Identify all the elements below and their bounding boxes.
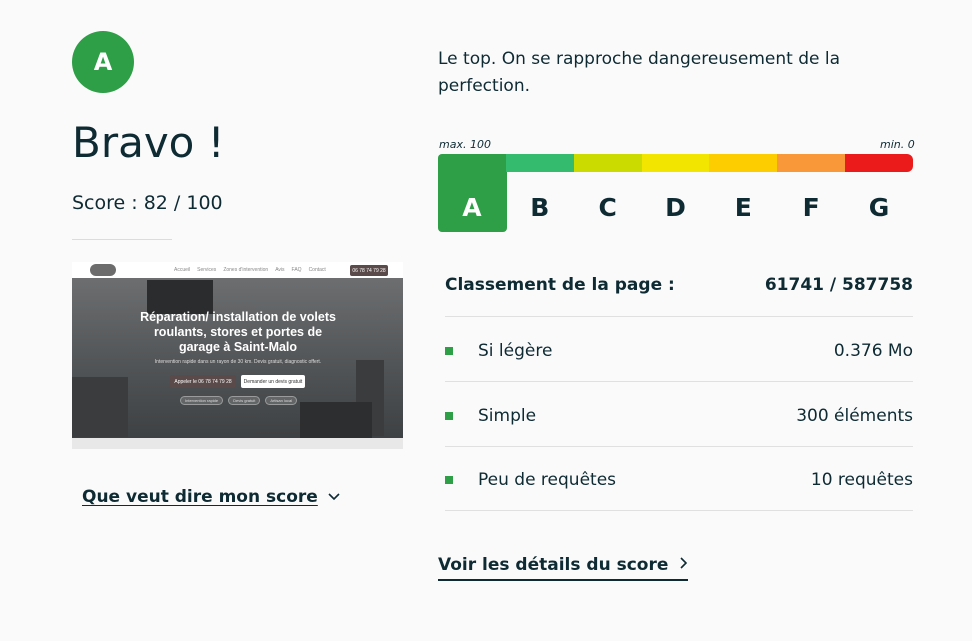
preview-pill: Intervention rapide — [180, 396, 224, 405]
ranking-value: 61741 / 587758 — [764, 275, 913, 295]
grade-segment-g — [845, 154, 914, 172]
result-title: Bravo ! — [72, 118, 225, 167]
bullet-icon — [445, 347, 453, 355]
metric-label: Si légère — [478, 341, 553, 361]
grade-letter-f: F — [802, 193, 820, 222]
score-text: Score : 82 / 100 — [72, 192, 223, 214]
grade-letter-b: B — [530, 193, 550, 222]
divider — [445, 381, 913, 382]
grade-letter-d: D — [665, 193, 686, 222]
grade-letter-g: G — [868, 193, 890, 222]
verdict-text: Le top. On se rapproche dangereusement d… — [438, 49, 841, 96]
grade-segment-d — [641, 154, 711, 172]
preview-call-button: Appeler le 06 78 74 79 28 — [170, 375, 236, 388]
metric-label: Peu de requêtes — [478, 470, 617, 490]
chevron-right-icon — [680, 557, 688, 573]
scale-min-label: min. 0 — [880, 138, 915, 151]
bullet-icon — [445, 412, 453, 420]
metric-value: 300 éléments — [796, 406, 913, 426]
preview-pill: Artisan local — [265, 396, 298, 405]
grade-letter-a: A — [462, 193, 482, 222]
preview-nav-link: Zones d'intervention — [223, 267, 269, 273]
hero-window — [147, 280, 213, 314]
preview-pills: Intervention rapide Devis gratuit Artisa… — [180, 396, 298, 405]
ranking-label: Classement de la page : — [445, 275, 675, 295]
preview-pill: Devis gratuit — [228, 396, 261, 405]
metric-row-elements: Simple 300 éléments — [445, 401, 913, 431]
preview-subline: Intervention rapide dans un rayon de 30 … — [154, 359, 322, 365]
preview-footer-strip — [72, 438, 403, 449]
grade-segment-c — [573, 154, 643, 172]
grade-segment-f — [777, 154, 847, 172]
explain-score-link[interactable]: Que veut dire mon score — [82, 487, 340, 507]
preview-quote-button: Demander un devis gratuit — [241, 375, 305, 388]
score-details-link[interactable]: Voir les détails du score — [438, 555, 689, 581]
bullet-icon — [445, 476, 453, 484]
hero-shutter-left — [72, 377, 128, 437]
divider — [72, 239, 172, 240]
explain-score-label: Que veut dire mon score — [82, 487, 318, 507]
divider — [445, 316, 913, 317]
preview-nav-link: Services — [197, 267, 217, 273]
preview-nav-links: Accueil Services Zones d'intervention Av… — [174, 267, 326, 273]
preview-nav-cta: 06 78 74 79 28 — [350, 265, 388, 276]
chevron-down-icon — [328, 490, 340, 504]
metric-row-requests: Peu de requêtes 10 requêtes — [445, 465, 913, 495]
divider — [445, 446, 913, 447]
grade-badge: A — [72, 31, 134, 93]
grade-scale: A B C D E F G — [438, 154, 914, 232]
metric-label: Simple — [478, 406, 537, 426]
preview-nav-link: Accueil — [174, 267, 191, 273]
score-details-label: Voir les détails du score — [438, 555, 669, 575]
metric-value: 10 requêtes — [810, 470, 913, 490]
metric-value: 0.376 Mo — [833, 341, 913, 361]
page-screenshot: Accueil Services Zones d'intervention Av… — [72, 262, 403, 449]
grade-segment-e — [709, 154, 779, 172]
metric-row-weight: Si légère 0.376 Mo — [445, 336, 913, 366]
preview-logo — [90, 264, 116, 276]
preview-headline: Réparation/ installation de volets roula… — [140, 310, 336, 354]
grade-letter-e: E — [734, 193, 752, 222]
grade-segment-b — [505, 154, 575, 172]
preview-navbar: Accueil Services Zones d'intervention Av… — [72, 262, 403, 278]
scale-max-label: max. 100 — [439, 138, 491, 151]
grade-letter-c: C — [598, 193, 617, 222]
hero-door — [300, 402, 372, 439]
preview-nav-link: Avis — [275, 267, 285, 273]
preview-nav-link: Contact — [308, 267, 326, 273]
divider — [445, 510, 913, 511]
preview-nav-link: FAQ — [291, 267, 302, 273]
